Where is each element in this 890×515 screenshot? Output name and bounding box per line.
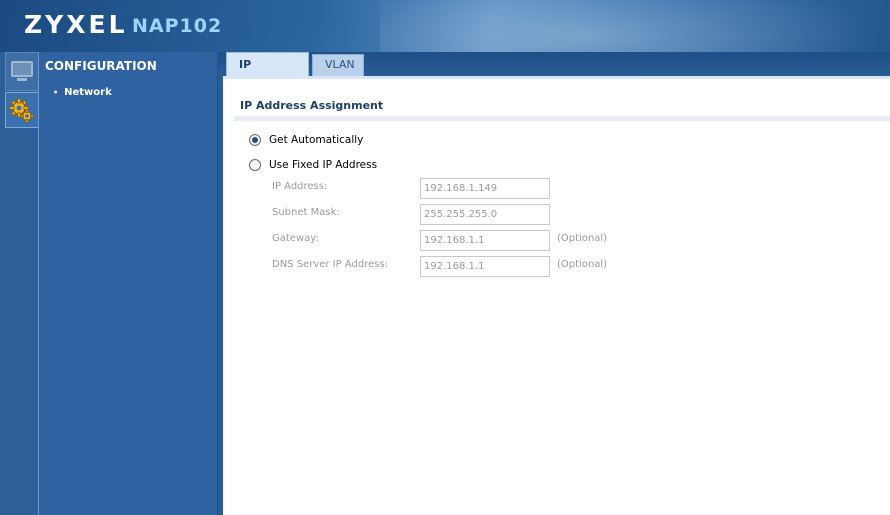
radio-use-fixed-ip[interactable]: Use Fixed IP Address	[249, 159, 377, 171]
model-name: NAP102	[132, 15, 223, 37]
section-divider	[234, 116, 890, 121]
brand-logo: ZYXEL	[24, 10, 128, 39]
radio-button-selected[interactable]	[249, 134, 261, 146]
radio-get-automatically[interactable]: Get Automatically	[249, 134, 363, 146]
subnet-mask-input[interactable]	[420, 204, 550, 225]
monitor-stand	[17, 78, 27, 81]
sidebar-item-network[interactable]: • Network	[53, 87, 112, 98]
monitor-screen	[11, 61, 33, 77]
gateway-label: Gateway:	[272, 233, 319, 244]
section-title: IP Address Assignment	[240, 99, 384, 112]
tab-strip: IP Setting VLAN	[218, 52, 890, 95]
radio-button[interactable]	[249, 159, 261, 171]
subnet-mask-label: Subnet Mask:	[272, 207, 340, 218]
gear-icon-graphic	[9, 98, 34, 123]
icon-bar	[0, 52, 38, 515]
header-banner: ZYXEL NAP102	[0, 0, 890, 52]
tab-vlan[interactable]: VLAN	[312, 54, 364, 76]
sidebar-title: CONFIGURATION	[45, 59, 157, 73]
config-sidebar: CONFIGURATION • Network	[38, 52, 218, 515]
dns-server-input[interactable]	[420, 256, 550, 277]
ip-address-label: IP Address:	[272, 181, 328, 192]
dns-optional-hint: (Optional)	[557, 259, 608, 270]
ip-address-input[interactable]	[420, 178, 550, 199]
gateway-optional-hint: (Optional)	[557, 233, 608, 244]
gear-icon[interactable]	[5, 92, 38, 128]
dns-server-label: DNS Server IP Address:	[272, 259, 389, 270]
bullet-icon: •	[53, 88, 59, 97]
gateway-input[interactable]	[420, 230, 550, 251]
main-content: IP Address Assignment Get Automatically …	[223, 76, 890, 515]
tab-ip-setting[interactable]: IP Setting	[226, 52, 309, 95]
monitor-icon[interactable]	[5, 52, 38, 91]
radio-label: Use Fixed IP Address	[269, 159, 378, 171]
sidebar-item-label: Network	[64, 87, 112, 98]
radio-label: Get Automatically	[269, 134, 364, 146]
